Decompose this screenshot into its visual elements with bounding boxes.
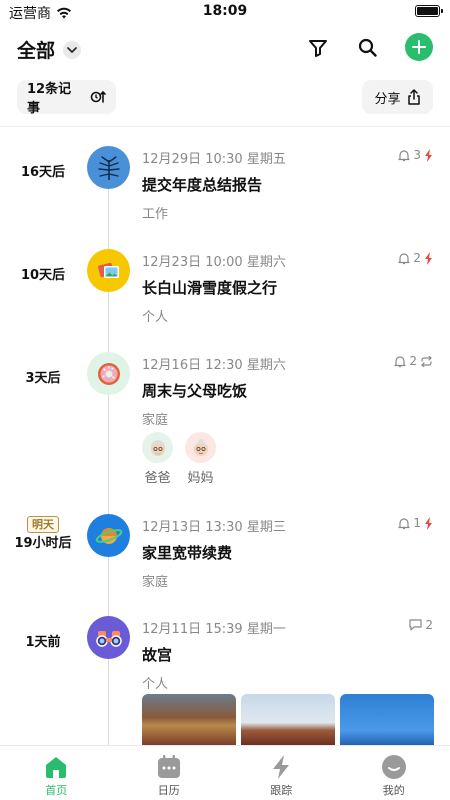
participant-name: 妈妈 xyxy=(187,471,214,486)
photo-thumbnail[interactable] xyxy=(241,694,335,746)
share-icon xyxy=(407,89,420,105)
tab-home[interactable]: 首页 xyxy=(0,746,113,800)
planet-icon xyxy=(87,514,130,557)
participant[interactable]: 爸爸 xyxy=(142,432,173,486)
lightning-icon xyxy=(425,148,432,162)
bell-icon xyxy=(394,355,406,367)
leaf-icon xyxy=(87,146,130,189)
relative-time: 1天前 xyxy=(25,635,61,650)
photo-thumbnail[interactable] xyxy=(142,694,236,746)
binoculars-icon xyxy=(87,616,130,659)
record-count: 12条记事 xyxy=(27,82,72,116)
photos-icon xyxy=(87,249,130,292)
clock: 18:09 xyxy=(202,3,248,19)
add-button[interactable] xyxy=(405,33,433,61)
share-button[interactable]: 分享 xyxy=(362,80,433,114)
sort-button[interactable]: 12条记事 xyxy=(17,80,116,116)
battery-icon xyxy=(415,5,443,17)
search-icon xyxy=(358,38,377,57)
tab-bar: 首页 日历 跟踪 我的 xyxy=(0,745,450,800)
comment-count: 2 xyxy=(425,618,433,632)
event-title: 提交年度总结报告 xyxy=(142,176,263,194)
event-badges: 1 xyxy=(398,516,433,530)
tab-label: 我的 xyxy=(382,784,405,797)
event-date: 12月16日 12:30 星期六 xyxy=(142,358,286,373)
tab-profile[interactable]: 我的 xyxy=(338,746,450,800)
lightning-icon xyxy=(425,251,432,265)
sort-icon xyxy=(90,90,106,103)
repeat-icon xyxy=(421,355,432,367)
tab-label: 跟踪 xyxy=(270,784,293,797)
photo-thumbnail[interactable] xyxy=(340,694,434,746)
event-date: 12月13日 13:30 星期三 xyxy=(142,520,286,535)
event-date: 12月23日 10:00 星期六 xyxy=(142,255,286,270)
event-title: 长白山滑雪度假之行 xyxy=(142,279,278,297)
event-item[interactable]: 16天后 12月29日 10:30 星期五 3 提交年度总结报告 工作 xyxy=(0,146,450,226)
bell-icon xyxy=(398,149,410,161)
bell-icon xyxy=(398,517,410,529)
category-selector[interactable]: 全部 xyxy=(17,36,82,63)
event-badges: 2 xyxy=(394,354,433,368)
reminder-count: 1 xyxy=(413,516,421,530)
event-title: 故宫 xyxy=(142,646,173,664)
reminder-count: 2 xyxy=(413,251,421,265)
event-item[interactable]: 10天后 12月23日 10:00 星期六 2 长白山滑雪度假之行 个人 xyxy=(0,249,450,329)
event-category: 个人 xyxy=(142,310,169,325)
event-badges: 3 xyxy=(398,148,433,162)
participant-name: 爸爸 xyxy=(144,471,171,486)
filter-button[interactable] xyxy=(303,33,333,63)
relative-time: 19小时后 xyxy=(14,536,72,552)
event-date: 12月11日 15:39 星期一 xyxy=(142,622,286,637)
filter-icon xyxy=(309,40,327,57)
tab-label: 日历 xyxy=(157,784,180,797)
tomorrow-tag: 明天 xyxy=(27,516,59,534)
calendar-icon xyxy=(157,755,180,778)
page-title: 全部 xyxy=(17,40,56,62)
grandma-avatar-icon xyxy=(185,432,216,463)
event-category: 个人 xyxy=(142,677,169,692)
reminder-count: 2 xyxy=(409,354,417,368)
event-category: 家庭 xyxy=(142,413,169,428)
relative-time: 10天后 xyxy=(20,268,66,283)
grandpa-avatar-icon xyxy=(142,432,173,463)
bell-icon xyxy=(398,252,410,264)
relative-time-block: 明天 19小时后 xyxy=(0,516,86,554)
relative-time: 3天后 xyxy=(25,371,61,386)
event-title: 家里宽带续费 xyxy=(142,544,233,562)
relative-time: 16天后 xyxy=(20,165,66,180)
tab-track[interactable]: 跟踪 xyxy=(225,746,338,800)
top-bar: 全部 xyxy=(0,28,450,68)
photo-gallery xyxy=(142,694,434,746)
bolt-icon xyxy=(273,755,290,779)
share-label: 分享 xyxy=(374,91,401,107)
event-item[interactable]: 明天 19小时后 12月13日 13:30 星期三 1 家里宽带续费 家庭 xyxy=(0,514,450,594)
event-date: 12月29日 10:30 星期五 xyxy=(142,152,286,167)
participants: 爸爸 妈妈 xyxy=(142,432,216,486)
tab-label: 首页 xyxy=(45,784,68,797)
divider xyxy=(0,126,450,127)
event-badges: 2 xyxy=(398,251,433,265)
home-icon xyxy=(46,757,67,778)
chevron-down-icon xyxy=(63,40,82,59)
donut-icon xyxy=(87,352,130,395)
search-button[interactable] xyxy=(353,33,383,63)
event-badges: 2 xyxy=(409,618,433,632)
event-title: 周末与父母吃饭 xyxy=(142,382,248,400)
event-item[interactable]: 3天后 12月16日 12:30 星期六 2 周末与父母吃饭 家庭 爸爸 妈妈 xyxy=(0,352,450,487)
event-category: 家庭 xyxy=(142,575,169,590)
participant[interactable]: 妈妈 xyxy=(185,432,216,486)
lightning-icon xyxy=(425,516,432,530)
tab-calendar[interactable]: 日历 xyxy=(113,746,226,800)
reminder-count: 3 xyxy=(413,148,421,162)
profile-icon xyxy=(381,755,406,779)
event-category: 工作 xyxy=(142,207,169,222)
comment-icon xyxy=(409,619,422,631)
status-bar: 运营商 18:09 xyxy=(0,0,450,24)
plus-icon xyxy=(412,40,426,54)
